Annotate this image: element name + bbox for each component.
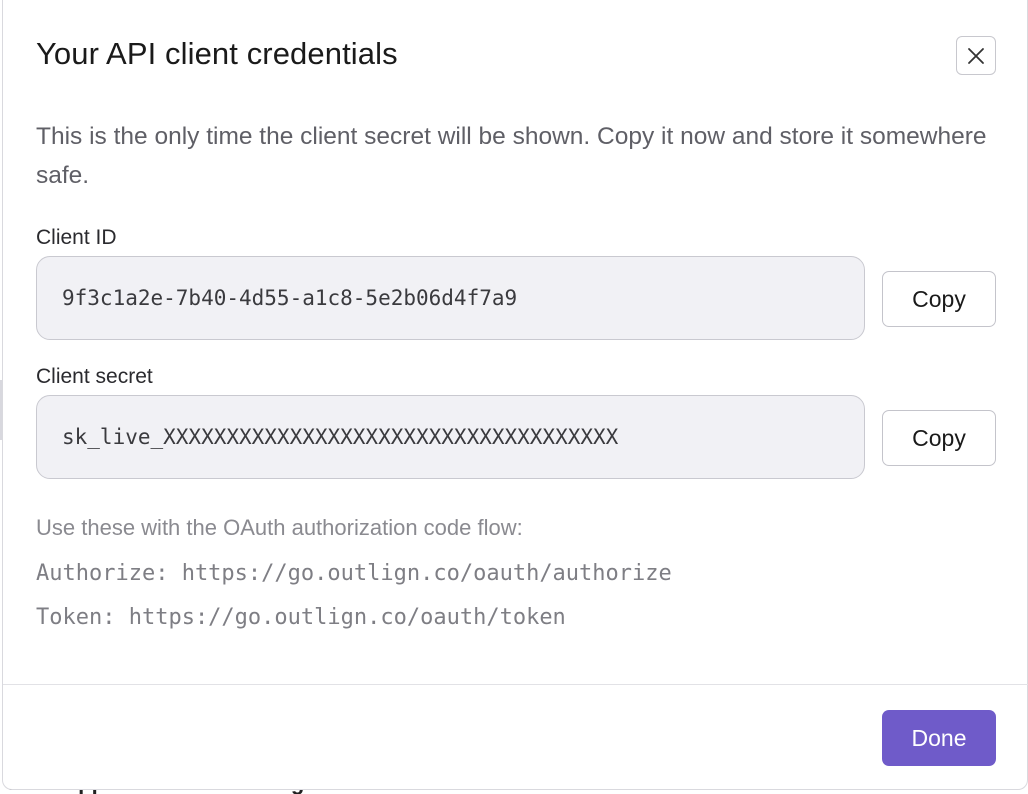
credentials-dialog: Your API client credentials This is the … xyxy=(2,0,1028,790)
token-url-line: Token: https://go.outlign.co/oauth/token xyxy=(36,605,566,630)
done-button[interactable]: Done xyxy=(882,710,996,766)
copy-client-secret-button[interactable]: Copy xyxy=(882,410,996,466)
client-id-label: Client ID xyxy=(36,226,117,249)
footer-divider xyxy=(3,684,1028,685)
copy-client-id-button[interactable]: Copy xyxy=(882,271,996,327)
client-secret-field[interactable]: sk_live_XXXXXXXXXXXXXXXXXXXXXXXXXXXXXXXX… xyxy=(36,395,865,479)
dialog-title: Your API client credentials xyxy=(36,36,398,71)
client-secret-label: Client secret xyxy=(36,365,153,388)
oauth-hint: Use these with the OAuth authorization c… xyxy=(36,515,523,540)
close-button[interactable] xyxy=(956,36,996,75)
close-icon xyxy=(968,47,984,64)
dialog-intro: This is the only time the client secret … xyxy=(36,123,987,189)
client-id-field[interactable]: 9f3c1a2e-7b40-4d55-a1c8-5e2b06d4f7a9 xyxy=(36,256,865,340)
authorize-url-line: Authorize: https://go.outlign.co/oauth/a… xyxy=(36,561,672,586)
